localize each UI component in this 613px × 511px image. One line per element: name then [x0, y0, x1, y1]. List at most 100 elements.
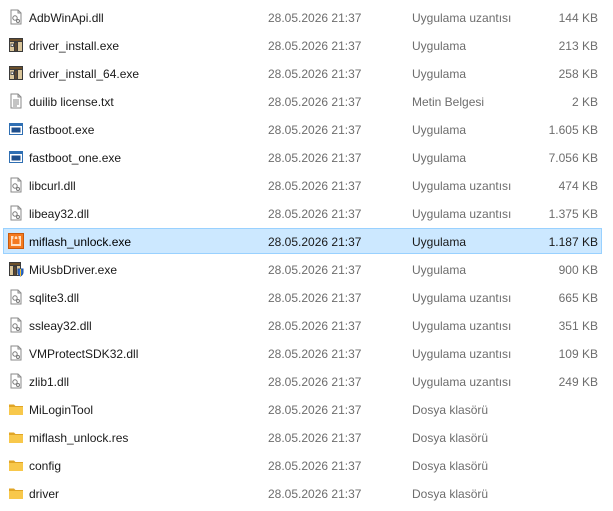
file-row[interactable]: duilib license.txt 28.05.2026 21:37 Metin …	[3, 88, 602, 114]
file-date-modified: 28.05.2026 21:37	[268, 263, 362, 277]
file-date-modified: 28.05.2026 21:37	[268, 95, 362, 109]
file-name: driver_install_64.exe	[29, 67, 140, 81]
file-name: fastboot_one.exe	[29, 151, 122, 165]
file-size: 7.056 KB	[548, 151, 598, 165]
file-name: duilib license.txt	[29, 95, 114, 109]
file-name: MiUsbDriver.exe	[29, 263, 118, 277]
file-name: sqlite3.dll	[29, 291, 80, 305]
file-name: libeay32.dll	[29, 207, 90, 221]
text-file-icon	[8, 93, 24, 109]
file-type: Uygulama uzantısı	[412, 347, 512, 361]
file-date-modified: 28.05.2026 21:37	[268, 235, 362, 249]
file-size: 1.605 KB	[548, 123, 598, 137]
file-type: Dosya klasörü	[412, 487, 489, 501]
file-type: Dosya klasörü	[412, 459, 489, 473]
file-name: libcurl.dll	[29, 179, 76, 193]
dll-file-icon	[8, 205, 24, 221]
file-name: miflash_unlock.res	[29, 431, 129, 445]
file-size: 249 KB	[558, 375, 598, 389]
folder-icon	[8, 485, 24, 501]
file-date-modified: 28.05.2026 21:37	[268, 291, 362, 305]
file-type: Uygulama uzantısı	[412, 207, 512, 221]
dll-file-icon	[8, 317, 24, 333]
file-date-modified: 28.05.2026 21:37	[268, 347, 362, 361]
file-row[interactable]: MiLoginTool 28.05.2026 21:37 Dosya klasörü	[3, 396, 602, 422]
console-exe-icon	[8, 121, 24, 137]
file-name: miflash_unlock.exe	[29, 235, 132, 249]
file-date-modified: 28.05.2026 21:37	[268, 319, 362, 333]
folder-icon	[8, 429, 24, 445]
file-size: 474 KB	[558, 179, 598, 193]
file-name: zlib1.dll	[29, 375, 70, 389]
file-size: 144 KB	[558, 11, 598, 25]
file-name: MiLoginTool	[29, 403, 94, 417]
file-row[interactable]: zlib1.dll 28.05.2026 21:37 Uygulama uzantı…	[3, 368, 602, 394]
file-type: Uygulama uzantısı	[412, 375, 512, 389]
file-date-modified: 28.05.2026 21:37	[268, 431, 362, 445]
file-row[interactable]: driver_install.exe 28.05.2026 21:37 Uygula…	[3, 32, 602, 58]
file-size: 1.375 KB	[548, 207, 598, 221]
file-size: 900 KB	[558, 263, 598, 277]
file-date-modified: 28.05.2026 21:37	[268, 487, 362, 501]
file-row[interactable]: MiUsbDriver.exe 28.05.2026 21:37 Uygulama 9…	[3, 256, 602, 282]
file-size: 2 KB	[571, 95, 598, 109]
file-type: Uygulama uzantısı	[412, 291, 512, 305]
file-row[interactable]: sqlite3.dll 28.05.2026 21:37 Uygulama uzan…	[3, 284, 602, 310]
file-date-modified: 28.05.2026 21:37	[268, 459, 362, 473]
file-date-modified: 28.05.2026 21:37	[268, 67, 362, 81]
file-date-modified: 28.05.2026 21:37	[268, 375, 362, 389]
file-date-modified: 28.05.2026 21:37	[268, 403, 362, 417]
dll-file-icon	[8, 345, 24, 361]
file-type: Dosya klasörü	[412, 403, 489, 417]
file-row[interactable]: ssleay32.dll 28.05.2026 21:37 Uygulama uza…	[3, 312, 602, 338]
file-type: Uygulama	[412, 263, 467, 277]
folder-icon	[8, 457, 24, 473]
file-list: AdbWinApi.dll 28.05.2026 21:37 Uygulama uz…	[0, 0, 613, 511]
installer-exe-icon	[8, 37, 24, 53]
file-row[interactable]: fastboot.exe 28.05.2026 21:37 Uygulama 1.60…	[3, 116, 602, 142]
file-type: Uygulama	[412, 67, 467, 81]
file-row[interactable]: libeay32.dll 28.05.2026 21:37 Uygulama uza…	[3, 200, 602, 226]
file-row[interactable]: miflash_unlock.exe 28.05.2026 21:37 Uygula…	[3, 228, 602, 254]
file-row[interactable]: config 28.05.2026 21:37 Dosya klasörü	[3, 452, 602, 478]
file-type: Uygulama uzantısı	[412, 11, 512, 25]
file-row[interactable]: AdbWinApi.dll 28.05.2026 21:37 Uygulama uz…	[3, 4, 602, 30]
file-size: 213 KB	[558, 39, 598, 53]
file-size: 1.187 KB	[548, 235, 598, 249]
file-date-modified: 28.05.2026 21:37	[268, 179, 362, 193]
file-type: Uygulama uzantısı	[412, 319, 512, 333]
file-name: fastboot.exe	[29, 123, 95, 137]
file-name: driver	[29, 487, 60, 501]
file-size: 109 KB	[558, 347, 598, 361]
file-type: Uygulama uzantısı	[412, 179, 512, 193]
file-date-modified: 28.05.2026 21:37	[268, 207, 362, 221]
file-date-modified: 28.05.2026 21:37	[268, 39, 362, 53]
file-name: ssleay32.dll	[29, 319, 92, 333]
installer-shield-exe-icon	[8, 261, 24, 277]
file-row[interactable]: miflash_unlock.res 28.05.2026 21:37 Dosya …	[3, 424, 602, 450]
dll-file-icon	[8, 373, 24, 389]
dll-file-icon	[8, 289, 24, 305]
file-size: 258 KB	[558, 67, 598, 81]
file-type: Uygulama	[412, 151, 467, 165]
file-row[interactable]: driver_install_64.exe 28.05.2026 21:37 Uyg…	[3, 60, 602, 86]
miflash-app-icon	[8, 233, 24, 249]
file-type: Uygulama	[412, 123, 467, 137]
file-type: Uygulama	[412, 235, 467, 249]
file-row[interactable]: VMProtectSDK32.dll 28.05.2026 21:37 Uygula…	[3, 340, 602, 366]
file-name: AdbWinApi.dll	[29, 11, 104, 25]
file-date-modified: 28.05.2026 21:37	[268, 11, 362, 25]
file-size: 665 KB	[558, 291, 598, 305]
file-row[interactable]: fastboot_one.exe 28.05.2026 21:37 Uygulama…	[3, 144, 602, 170]
dll-file-icon	[8, 177, 24, 193]
file-name: driver_install.exe	[29, 39, 120, 53]
dll-file-icon	[8, 9, 24, 25]
file-name: config	[29, 459, 62, 473]
file-size: 351 KB	[558, 319, 598, 333]
folder-icon	[8, 401, 24, 417]
file-date-modified: 28.05.2026 21:37	[268, 151, 362, 165]
file-row[interactable]: libcurl.dll 28.05.2026 21:37 Uygulama uzan…	[3, 172, 602, 198]
file-row[interactable]: driver 28.05.2026 21:37 Dosya klasörü	[3, 480, 602, 506]
file-type: Uygulama	[412, 39, 467, 53]
file-type: Metin Belgesi	[412, 95, 485, 109]
